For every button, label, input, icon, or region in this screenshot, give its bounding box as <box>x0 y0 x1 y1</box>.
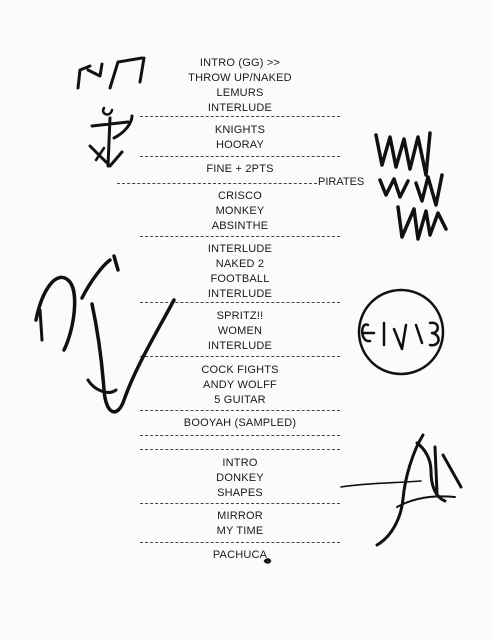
song-item: THROW UP/NAKED <box>188 72 292 84</box>
song-item: DONKEY <box>216 472 264 484</box>
section-divider <box>140 503 340 504</box>
section-divider <box>140 236 340 237</box>
side-note: PIRATES <box>318 176 365 188</box>
section-divider <box>140 435 340 436</box>
signature-top-right <box>374 131 448 241</box>
song-item: SHAPES <box>217 487 263 499</box>
song-item: FINE + 2PTS <box>206 163 274 175</box>
song-item: MIRROR <box>217 510 263 522</box>
song-item: INTERLUDE <box>207 102 273 114</box>
song-item: CRISCO <box>218 190 262 202</box>
signature-top-left <box>76 56 146 168</box>
signature-bottom-right <box>340 433 463 547</box>
song-item: ABSINTHE <box>211 220 269 232</box>
section-divider <box>140 542 340 543</box>
section-divider <box>117 183 317 184</box>
song-item: LEMURS <box>216 87 264 99</box>
song-item: PACHUCA <box>212 549 268 561</box>
signature-circled-right <box>357 288 445 376</box>
signature-middle-left <box>34 254 176 414</box>
ink-dot <box>263 558 272 564</box>
song-item: HOORAY <box>215 139 265 151</box>
song-item: MONKEY <box>215 205 265 217</box>
song-item: INTRO (GG) >> <box>199 57 281 69</box>
song-item: INTRO <box>222 457 258 469</box>
song-item: KNIGHTS <box>214 124 266 136</box>
section-divider <box>140 449 340 450</box>
song-item: MY TIME <box>216 525 264 537</box>
section-divider <box>140 156 340 157</box>
setlist-page: INTRO (GG) >> THROW UP/NAKED LEMURS INTE… <box>0 0 491 640</box>
section-divider <box>140 116 340 117</box>
